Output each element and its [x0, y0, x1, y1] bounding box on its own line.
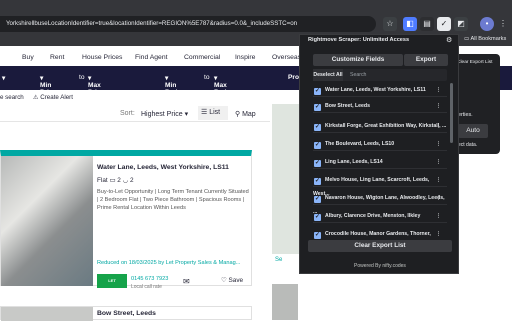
nav-house-prices[interactable]: House Prices	[82, 54, 122, 61]
filter-caret-icon[interactable]: ▾	[2, 74, 5, 82]
list-view-button[interactable]: ☰ List	[198, 106, 228, 120]
export-item[interactable]: ✓ Crocodile House, Manor Gardens, Thorner…	[313, 227, 447, 251]
nav-overseas[interactable]: Overseas	[272, 54, 301, 61]
more-icon[interactable]: ⋮	[436, 227, 441, 241]
map-thumbnail[interactable]	[272, 284, 298, 320]
popup-scrollbar[interactable]	[450, 83, 453, 143]
sort-label: Sort:	[120, 110, 135, 117]
more-icon[interactable]: ⋮	[436, 137, 441, 151]
deselect-all-button[interactable]: Deselect All	[313, 69, 343, 81]
max-price-select[interactable]: Max Price ▾	[88, 74, 104, 96]
extension2-icon[interactable]: ▤	[420, 17, 434, 31]
more-icon[interactable]: ⋮	[436, 99, 441, 113]
property-card-2[interactable]: Bow Street, Leeds	[0, 306, 252, 321]
more-icon[interactable]: ⋮	[436, 173, 441, 187]
menu-icon[interactable]: ⋮	[496, 17, 510, 31]
property-title-2[interactable]: Bow Street, Leeds	[97, 310, 156, 317]
export-item[interactable]: ✓ Melvo House, Ling Lane, Scarcroft, Leed…	[313, 173, 447, 197]
property-card[interactable]: Water Lane, Leeds, West Yorkshire, LS11 …	[0, 150, 252, 297]
list-icon: ☰	[201, 109, 210, 116]
save-search-link[interactable]: e search	[0, 94, 24, 101]
reduced-note: Reduced on 18/03/2025 by Let Property Sa…	[97, 260, 241, 266]
min-beds-select[interactable]: Min Beds ▾	[165, 74, 181, 96]
agent-logo[interactable]: LET PROPERTY	[97, 274, 127, 297]
nav-commercial[interactable]: Commercial	[184, 54, 220, 61]
checkbox-icon[interactable]: ✓	[314, 142, 321, 149]
nav-rent[interactable]: Rent	[50, 54, 64, 61]
extension-side-panel: Clear Export List erties. Auto ect data.	[454, 54, 500, 154]
to-label: to	[79, 74, 85, 81]
popup-search-row: Deselect All Search	[313, 69, 447, 81]
property-title[interactable]: Water Lane, Leeds, West Yorkshire, LS11	[97, 164, 229, 171]
email-icon[interactable]: ✉	[183, 277, 190, 286]
avatar[interactable]: •	[480, 17, 494, 31]
more-icon[interactable]: ⋮	[436, 119, 441, 133]
export-item[interactable]: ✓ The Boulevard, Leeds, LS10 ⋮	[313, 137, 447, 151]
popup-search-input[interactable]: Search	[347, 69, 447, 81]
all-bookmarks[interactable]: ▭ All Bookmarks	[464, 36, 506, 42]
map-view-button[interactable]: ⚲ Map	[235, 110, 256, 118]
export-item[interactable]: ✓ Albury, Clarence Drive, Menston, Ilkley…	[313, 209, 447, 223]
checkbox-icon[interactable]: ✓	[314, 196, 321, 203]
export-item[interactable]: ✓ Navaron House, Wigton Lane, Alwoodley, …	[313, 191, 447, 215]
local-call-rate: Local call rate	[131, 284, 162, 290]
sort-bar: Sort: Highest Price ▾ ☰ List ⚲ Map	[0, 104, 270, 122]
more-icon[interactable]: ⋮	[436, 155, 441, 169]
puzzle-icon[interactable]: ◩	[454, 17, 468, 31]
scraper-extension-icon[interactable]: ✓	[437, 17, 451, 31]
clear-export-tab[interactable]: Clear Export List	[457, 60, 492, 65]
popup-title: Rightmove Scraper: Unlimited Access	[308, 37, 410, 43]
save-button[interactable]: ♡ Save	[221, 276, 243, 284]
to-label-2: to	[204, 74, 210, 81]
partial-text-1: erties.	[458, 112, 473, 118]
customize-fields-button[interactable]: Customize Fields	[313, 54, 403, 66]
property-features: Flat ▭ 2 ◡ 2	[97, 177, 134, 184]
nav-inspire[interactable]: Inspire	[235, 54, 255, 61]
bed-icon: ▭	[109, 177, 116, 184]
export-item[interactable]: ✓ Water Lane, Leeds, West Yorkshire, LS11…	[313, 83, 447, 97]
checkbox-icon[interactable]: ✓	[314, 88, 321, 95]
agent-phone[interactable]: 0145 673 7923	[131, 276, 168, 282]
max-beds-select[interactable]: Max Beds ▾	[214, 74, 230, 96]
checkbox-icon[interactable]: ✓	[314, 232, 321, 239]
heart-icon: ♡	[221, 277, 229, 284]
more-icon[interactable]: ⋮	[436, 191, 441, 205]
bath-icon: ◡	[122, 177, 129, 184]
more-icon[interactable]: ⋮	[436, 83, 441, 97]
auto-button[interactable]: Auto	[458, 124, 488, 138]
settings-gear-icon[interactable]: ⚙	[446, 36, 452, 44]
checkbox-icon[interactable]: ✓	[314, 160, 321, 167]
export-button[interactable]: Export	[404, 54, 448, 66]
checkbox-icon[interactable]: ✓	[314, 214, 321, 221]
property-description: Buy-to-Let Opportunity | Long Term Tenan…	[97, 189, 249, 211]
min-price-select[interactable]: Min Price ▾	[40, 74, 56, 96]
sort-select[interactable]: Highest Price ▾	[141, 110, 188, 118]
export-item[interactable]: ✓ Bow Street, Leeds ⋮	[313, 99, 447, 113]
checkbox-icon[interactable]: ✓	[314, 104, 321, 111]
address-bar[interactable]: YorkshirellbuseLocationIdentifier=true&l…	[0, 16, 376, 32]
property-photo-2[interactable]	[1, 307, 93, 321]
create-alert-link[interactable]: ⚠ Create Alert	[33, 94, 73, 101]
export-item[interactable]: ✓ Kirkstall Forge, Great Exhibition Way, …	[313, 119, 447, 133]
nav-buy[interactable]: Buy	[22, 54, 34, 61]
partial-text-2: ect data.	[458, 142, 478, 148]
scraper-popup: Rightmove Scraper: Unlimited Access ⚙ Cu…	[299, 34, 459, 274]
property-photo[interactable]	[1, 156, 93, 286]
star-icon[interactable]: ☆	[383, 17, 397, 31]
checkbox-icon[interactable]: ✓	[314, 124, 321, 131]
powered-by: Powered By nifty.codes	[354, 263, 406, 269]
more-icon[interactable]: ⋮	[436, 209, 441, 223]
export-item[interactable]: ✓ Ling Lane, Leeds, LS14 ⋮	[313, 155, 447, 169]
clear-export-list-button[interactable]: Clear Export List	[308, 240, 452, 252]
checkbox-icon[interactable]: ✓	[314, 178, 321, 185]
extension-icon[interactable]: ◧	[403, 17, 417, 31]
nav-find-agent[interactable]: Find Agent	[135, 54, 168, 61]
